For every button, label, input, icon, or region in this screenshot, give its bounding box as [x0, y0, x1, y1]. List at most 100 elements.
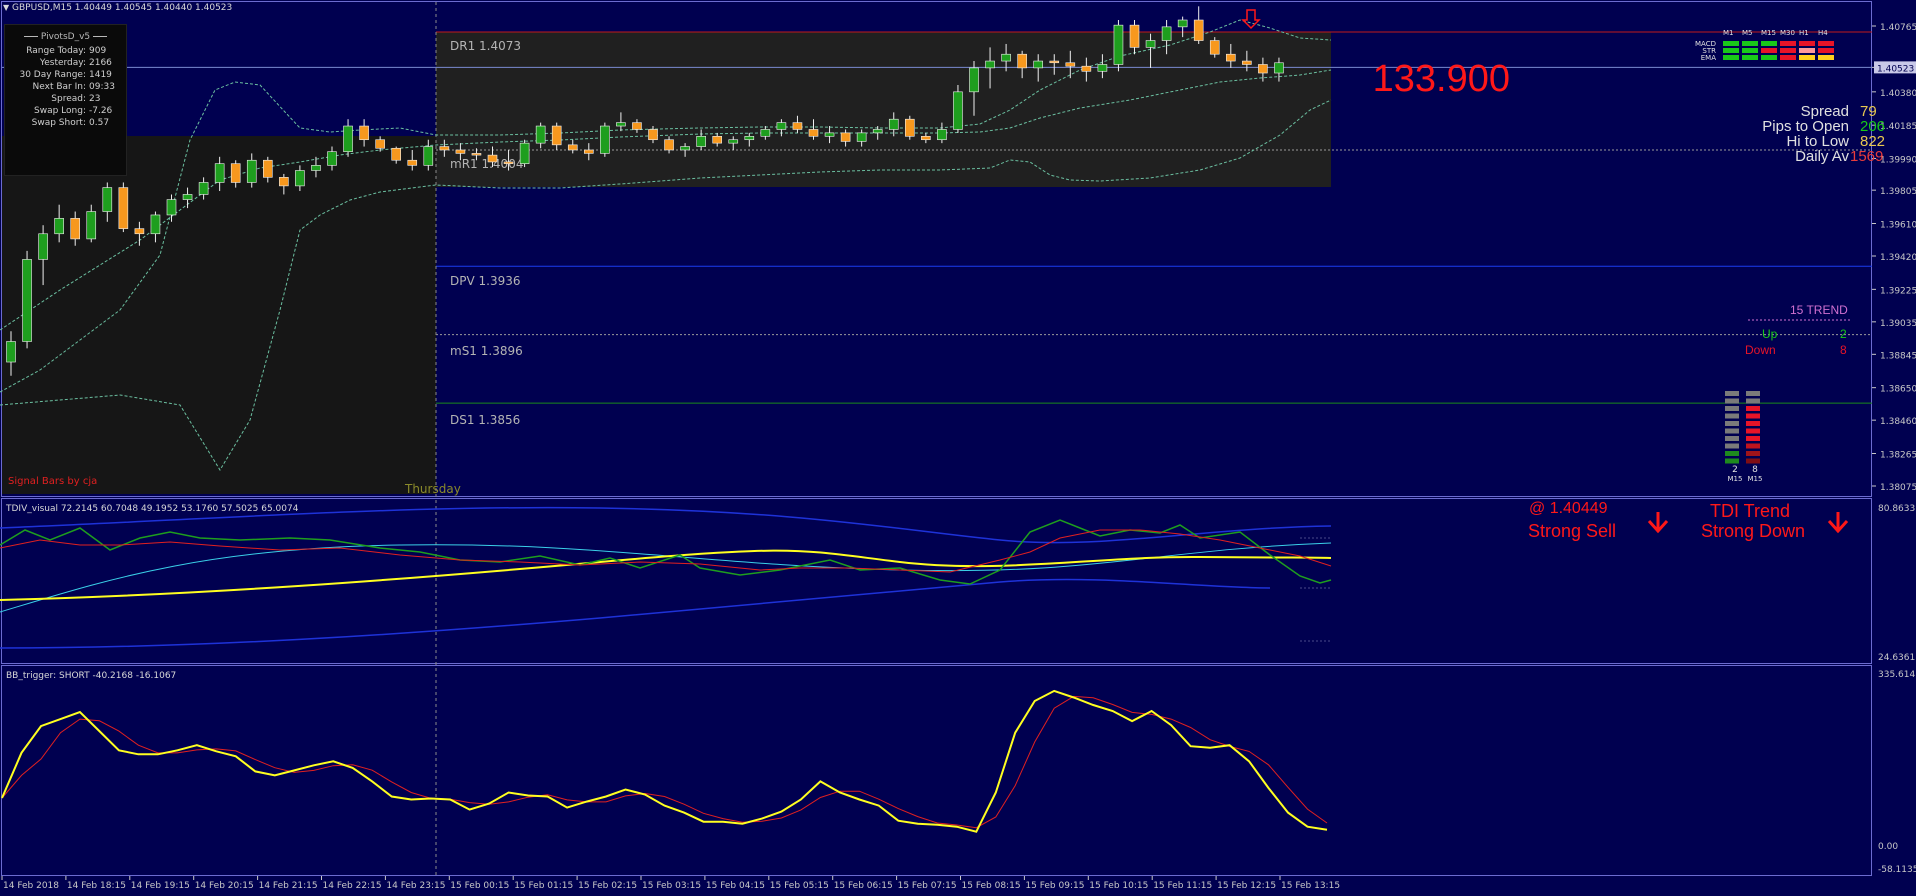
candle-body — [471, 153, 482, 156]
signal-grid-cell — [1799, 48, 1815, 53]
pivot-range-box — [436, 32, 1331, 187]
tdi-signal-price: @ 1.40449 — [1529, 500, 1608, 517]
signal-grid-cell — [1780, 55, 1796, 60]
bb-panel-frame — [1, 665, 1872, 876]
candle-body — [6, 341, 16, 363]
candle-body — [1161, 26, 1172, 41]
time-tick-label: 15 Feb 12:15 — [1217, 881, 1276, 891]
trend-bar-up — [1725, 398, 1739, 404]
candle-body — [1177, 19, 1188, 28]
candle-body — [182, 194, 193, 200]
price-tick-label: 1.40380 — [1880, 89, 1916, 99]
candle-body — [696, 135, 706, 147]
trend-down-value: 8 — [1840, 343, 1847, 357]
tdi-trend-arrow-icon — [1827, 512, 1849, 534]
signal-grid-cell — [1761, 48, 1777, 53]
candle-body — [840, 132, 851, 142]
signal-grid-cell — [1818, 41, 1834, 46]
time-tick-label: 15 Feb 01:15 — [514, 881, 573, 891]
time-tick-label: 15 Feb 07:15 — [898, 881, 957, 891]
candle-body — [102, 187, 113, 212]
candle-body — [70, 218, 80, 240]
time-tick-label: 15 Feb 05:15 — [770, 881, 829, 891]
time-tick-label: 14 Feb 20:15 — [195, 881, 254, 891]
pivot-label-dr1: DR1 1.4073 — [450, 39, 521, 53]
candle-body — [969, 67, 979, 93]
price-tick-label: 1.38460 — [1880, 417, 1916, 427]
signal-bars-label: Signal Bars by cja — [8, 476, 97, 487]
tdi-signal-text: Strong Sell — [1528, 521, 1617, 541]
time-tick-label: 15 Feb 11:15 — [1153, 881, 1212, 891]
trend-bar-tf-up: M15 — [1728, 475, 1743, 483]
tdi-lower-band — [0, 578, 1271, 649]
candle-body — [503, 161, 514, 164]
price-tick-label: 1.38845 — [1880, 351, 1916, 361]
signal-grid-cell — [1742, 55, 1758, 60]
candle-body — [648, 129, 658, 141]
candle-body — [134, 228, 145, 235]
signal-grid-tf-label: M1 — [1723, 29, 1734, 37]
tdi-axis-top: 80.8633 — [1878, 504, 1915, 514]
candle-body — [1017, 53, 1027, 69]
trend-bar-up — [1725, 421, 1739, 426]
trend-bar-up — [1725, 391, 1739, 396]
time-tick-label: 14 Feb 22:15 — [323, 881, 382, 891]
pivot-label-ds1: DS1 1.3856 — [450, 413, 520, 427]
trend-bar-up — [1725, 406, 1739, 411]
candle-body — [728, 139, 739, 144]
candle-body — [824, 132, 835, 137]
symbol-label: GBPUSD,M15 — [12, 3, 72, 13]
signal-grid-tf-label: M5 — [1742, 29, 1753, 37]
tdi-cyan-line — [0, 542, 1332, 613]
candle-body — [1033, 60, 1043, 69]
price-tick-label: 1.40185 — [1880, 122, 1916, 132]
trend-bar-up — [1725, 428, 1739, 434]
signal-grid-cell — [1742, 48, 1758, 53]
tdi-signal-arrow-icon — [1647, 512, 1669, 534]
signal-grid-cell — [1723, 48, 1739, 53]
candle-body — [407, 159, 418, 166]
candle-body — [214, 163, 225, 183]
candle-body — [567, 144, 578, 151]
signal-grid-cell — [1780, 41, 1796, 46]
candle-body — [86, 211, 97, 240]
trading-chart[interactable]: DR1 1.4073 mR1 1.4004 DPV 1.3936 mS1 1.3896… — [0, 0, 1916, 896]
time-tick-label: 15 Feb 09:15 — [1025, 881, 1084, 891]
bb-red-line — [1, 695, 1328, 829]
trend-bar-down — [1746, 451, 1760, 456]
current-price-label: 1.40523 — [1877, 64, 1914, 74]
time-tick-label: 14 Feb 18:15 — [67, 881, 126, 891]
time-tick-label: 14 Feb 2018 — [3, 881, 59, 891]
signal-grid-cell — [1780, 48, 1796, 53]
price-tick-label: 1.39035 — [1880, 319, 1916, 329]
candle-body — [856, 132, 867, 142]
trend-bar-down — [1746, 413, 1760, 419]
candle-body — [375, 139, 385, 149]
trend-bar-up — [1725, 451, 1739, 456]
tdi-trend-title: TDI Trend — [1710, 501, 1791, 521]
tdi-red-line — [0, 529, 1332, 573]
tdi-trend-text: Strong Down — [1701, 521, 1806, 541]
candle-body — [760, 129, 771, 137]
candle-body — [1097, 64, 1108, 72]
candle-body — [22, 259, 32, 342]
signal-grid-cell — [1761, 55, 1777, 60]
trend-bar-down — [1746, 428, 1760, 434]
candle-body — [343, 125, 353, 152]
pivot-label-dpv: DPV 1.3936 — [450, 274, 521, 288]
candle-body — [616, 122, 626, 127]
candle-body — [1193, 19, 1204, 41]
price-tick-label: 1.38265 — [1880, 451, 1916, 461]
chevron-down-icon[interactable]: ▼ — [3, 3, 9, 12]
signal-grid-tf-label: H1 — [1799, 29, 1809, 37]
candle-body — [551, 125, 562, 146]
time-tick-label: 15 Feb 03:15 — [642, 881, 701, 891]
trend-bar-count-up: 2 — [1732, 465, 1738, 475]
candle-body — [38, 233, 48, 260]
candle-body — [1001, 53, 1011, 62]
trend-bar-up — [1725, 458, 1739, 464]
candle-body — [937, 129, 947, 141]
signal-grid-row-label: EMA — [1701, 54, 1716, 62]
time-tick-label: 15 Feb 00:15 — [450, 881, 509, 891]
pivot-label-mr1: mR1 1.4004 — [450, 157, 523, 171]
